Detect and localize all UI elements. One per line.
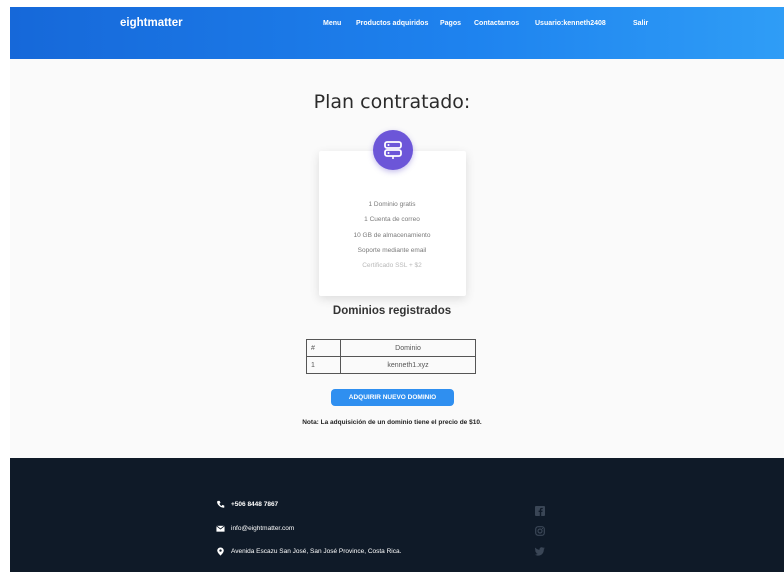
address-text: Avenida Escazu San José, San José Provin…	[231, 548, 402, 555]
nav-usuario[interactable]: Usuario:kenneth2408	[535, 20, 606, 27]
plan-feature: 1 Dominio gratis	[368, 201, 416, 208]
footer-email: info@eightmatter.com	[216, 524, 294, 533]
mail-icon	[216, 524, 225, 533]
table-cell: 1	[306, 356, 341, 374]
nav-productos-adquiridos[interactable]: Productos adquiridos	[356, 20, 428, 27]
server-icon	[373, 130, 413, 170]
nav-salir[interactable]: Salir	[633, 20, 648, 27]
instagram-icon[interactable]	[535, 523, 545, 536]
page-title: Plan contratado:	[313, 91, 471, 113]
brand-logo[interactable]: eightmatter	[120, 17, 183, 29]
footer-address: Avenida Escazu San José, San José Provin…	[216, 547, 401, 556]
section-title: Dominios registrados	[332, 305, 452, 317]
domains-table: # Dominio 1 kenneth1.xyz	[306, 339, 476, 374]
plan-card	[319, 151, 466, 296]
buy-domain-button[interactable]: ADQUIRIR NUEVO DOMINIO	[331, 389, 454, 406]
price-note: Nota: La adquisición de un dominio tiene…	[302, 419, 482, 426]
table-row: 1 kenneth1.xyz	[306, 356, 476, 374]
nav-menu[interactable]: Menu	[323, 20, 341, 27]
phone-text: +506 8448 7867	[231, 501, 279, 508]
table-cell: kenneth1.xyz	[340, 356, 476, 374]
table-header-row: # Dominio	[306, 339, 476, 357]
phone-icon	[216, 500, 225, 509]
nav-pagos[interactable]: Pagos	[440, 20, 461, 27]
column-header: #	[306, 339, 341, 357]
plan-feature: 1 Cuenta de correo	[364, 216, 420, 223]
plan-feature: 10 GB de almacenamiento	[353, 232, 431, 239]
map-pin-icon	[216, 547, 225, 556]
column-header: Dominio	[340, 339, 476, 357]
nav-contactarnos[interactable]: Contactarnos	[474, 20, 519, 27]
top-navbar	[10, 7, 784, 59]
footer-phone: +506 8448 7867	[216, 500, 278, 509]
facebook-icon[interactable]	[535, 503, 545, 516]
email-text[interactable]: info@eightmatter.com	[231, 525, 294, 532]
plan-feature: Soporte mediante email	[357, 247, 427, 254]
plan-feature: Certificado SSL + $2	[362, 262, 422, 269]
twitter-icon[interactable]	[535, 543, 545, 556]
